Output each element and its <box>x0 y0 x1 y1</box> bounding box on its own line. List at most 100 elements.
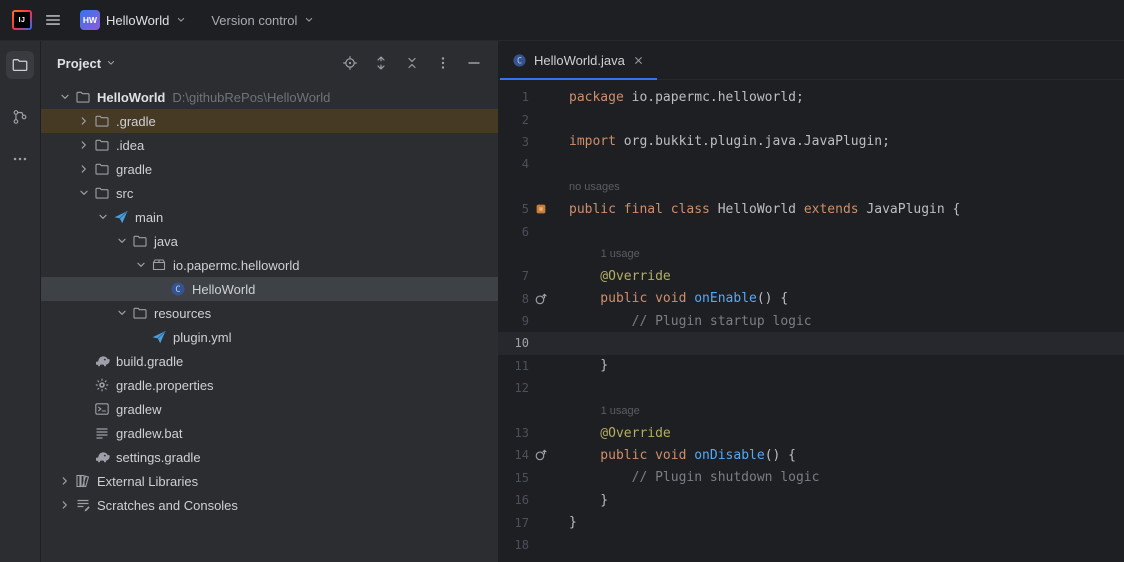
tree-item-gradle-properties[interactable]: gradle.properties <box>41 373 498 397</box>
code-text: public void onEnable() { <box>569 291 788 306</box>
gutter[interactable] <box>529 202 553 216</box>
chevron-down-icon[interactable] <box>75 185 93 201</box>
code-line-9[interactable]: 9 // Plugin startup logic <box>498 310 1124 332</box>
inlay-hint-row[interactable]: no usages <box>498 176 1124 198</box>
tree-item-helloworld[interactable]: HelloWorldD:\githubRePos\HelloWorld <box>41 85 498 109</box>
tree-item-resources[interactable]: resources <box>41 301 498 325</box>
tree-item-label: HelloWorld <box>97 90 165 105</box>
code-token: } <box>569 515 577 530</box>
code-line-17[interactable]: 17} <box>498 511 1124 533</box>
chevron-right-icon[interactable] <box>56 497 74 513</box>
activity-bar <box>0 41 41 562</box>
code-line-18[interactable]: 18 <box>498 534 1124 556</box>
chevron-down-icon[interactable] <box>113 233 131 249</box>
plugin-marker-icon <box>534 202 548 216</box>
console-icon <box>93 401 111 417</box>
close-tab-icon[interactable] <box>632 54 645 67</box>
tree-item-java[interactable]: java <box>41 229 498 253</box>
code-line-3[interactable]: 3import org.bukkit.plugin.java.JavaPlugi… <box>498 131 1124 153</box>
chevron-spacer <box>132 329 150 345</box>
kebab-icon <box>435 55 451 71</box>
chevron-right-icon[interactable] <box>56 473 74 489</box>
tree-item-external-libraries[interactable]: External Libraries <box>41 469 498 493</box>
chevron-down-icon[interactable] <box>94 209 112 225</box>
code-line-14[interactable]: 14 public void onDisable() { <box>498 444 1124 466</box>
collapse-all-button[interactable] <box>400 51 424 75</box>
code-line-12[interactable]: 12 <box>498 377 1124 399</box>
tree-item-io-papermc-helloworld[interactable]: io.papermc.helloworld <box>41 253 498 277</box>
usage-hint[interactable]: no usages <box>569 181 620 193</box>
version-control-menu[interactable]: Version control <box>205 9 321 32</box>
tree-item-label: gradlew <box>116 402 162 417</box>
code-line-5[interactable]: 5public final class HelloWorld extends J… <box>498 198 1124 220</box>
code-token: onDisable <box>694 448 764 463</box>
locate-file-button[interactable] <box>338 51 362 75</box>
code-line-10[interactable]: 10 <box>498 332 1124 354</box>
hamburger-menu-icon[interactable] <box>44 11 62 29</box>
tree-item--gradle[interactable]: .gradle <box>41 109 498 133</box>
chevron-down-icon[interactable] <box>56 89 74 105</box>
intellij-logo-icon[interactable]: IJ <box>12 10 32 30</box>
tree-item-gradle[interactable]: gradle <box>41 157 498 181</box>
tree-item-gradlew-bat[interactable]: gradlew.bat <box>41 421 498 445</box>
code-text: 1 usage <box>569 403 640 418</box>
line-number: 8 <box>498 292 529 306</box>
editor-tab-bar: C HelloWorld.java <box>498 41 1124 80</box>
plugin-file-icon <box>150 329 168 345</box>
chevron-down-icon[interactable] <box>132 257 150 273</box>
gutter[interactable] <box>529 292 553 306</box>
project-view-selector[interactable]: Project <box>57 56 117 71</box>
tree-item--idea[interactable]: .idea <box>41 133 498 157</box>
inlay-hint-row[interactable]: 1 usage <box>498 399 1124 421</box>
code-line-1[interactable]: 1package io.papermc.helloworld; <box>498 86 1124 108</box>
inlay-hint-row[interactable]: 1 usage <box>498 243 1124 265</box>
project-selector[interactable]: HW HelloWorld <box>74 6 193 34</box>
code-text: } <box>569 358 608 373</box>
code-line-7[interactable]: 7 @Override <box>498 265 1124 287</box>
code-line-15[interactable]: 15 // Plugin shutdown logic <box>498 467 1124 489</box>
code-line-11[interactable]: 11 } <box>498 355 1124 377</box>
chevron-right-icon[interactable] <box>75 113 93 129</box>
code-line-4[interactable]: 4 <box>498 153 1124 175</box>
code-token: onEnable <box>694 291 757 306</box>
tree-item-main[interactable]: main <box>41 205 498 229</box>
hide-panel-button[interactable] <box>462 51 486 75</box>
usage-hint[interactable]: 1 usage <box>601 248 640 260</box>
code-line-6[interactable]: 6 <box>498 220 1124 242</box>
code-token: public void <box>569 448 694 463</box>
gutter[interactable] <box>529 448 553 462</box>
tree-item-plugin-yml[interactable]: plugin.yml <box>41 325 498 349</box>
code-line-16[interactable]: 16 } <box>498 489 1124 511</box>
code-text: @Override <box>569 269 671 284</box>
code-text: // Plugin shutdown logic <box>569 470 819 485</box>
tab-helloworld-java[interactable]: C HelloWorld.java <box>500 41 657 79</box>
chevron-right-icon[interactable] <box>75 137 93 153</box>
chevron-right-icon[interactable] <box>75 161 93 177</box>
line-number: 3 <box>498 135 529 149</box>
console-bat-icon <box>93 425 111 441</box>
expand-all-button[interactable] <box>369 51 393 75</box>
code-line-8[interactable]: 8 public void onEnable() { <box>498 288 1124 310</box>
more-options-button[interactable] <box>431 51 455 75</box>
tree-item-scratches-and-consoles[interactable]: Scratches and Consoles <box>41 493 498 517</box>
override-marker-icon <box>534 292 548 306</box>
svg-text:C: C <box>517 55 522 65</box>
tool-window-button-project[interactable] <box>6 51 34 79</box>
code-line-13[interactable]: 13 @Override <box>498 422 1124 444</box>
tree-item-gradlew[interactable]: gradlew <box>41 397 498 421</box>
line-number: 16 <box>498 493 529 507</box>
code-line-2[interactable]: 2 <box>498 108 1124 130</box>
code-token: extends <box>804 202 859 217</box>
tree-item-src[interactable]: src <box>41 181 498 205</box>
tool-window-button-structure[interactable] <box>6 103 34 131</box>
tree-item-settings-gradle[interactable]: settings.gradle <box>41 445 498 469</box>
chevron-down-icon[interactable] <box>113 305 131 321</box>
tree-item-helloworld[interactable]: CHelloWorld <box>41 277 498 301</box>
tree-item-label: gradlew.bat <box>116 426 183 441</box>
tool-window-button-more-tool-windows[interactable] <box>6 145 34 173</box>
tree-item-build-gradle[interactable]: build.gradle <box>41 349 498 373</box>
tree-item-label: gradle <box>116 162 152 177</box>
code-area[interactable]: 1package io.papermc.helloworld;23import … <box>498 80 1124 562</box>
usage-hint[interactable]: 1 usage <box>601 405 640 417</box>
project-badge: HW <box>80 10 100 30</box>
